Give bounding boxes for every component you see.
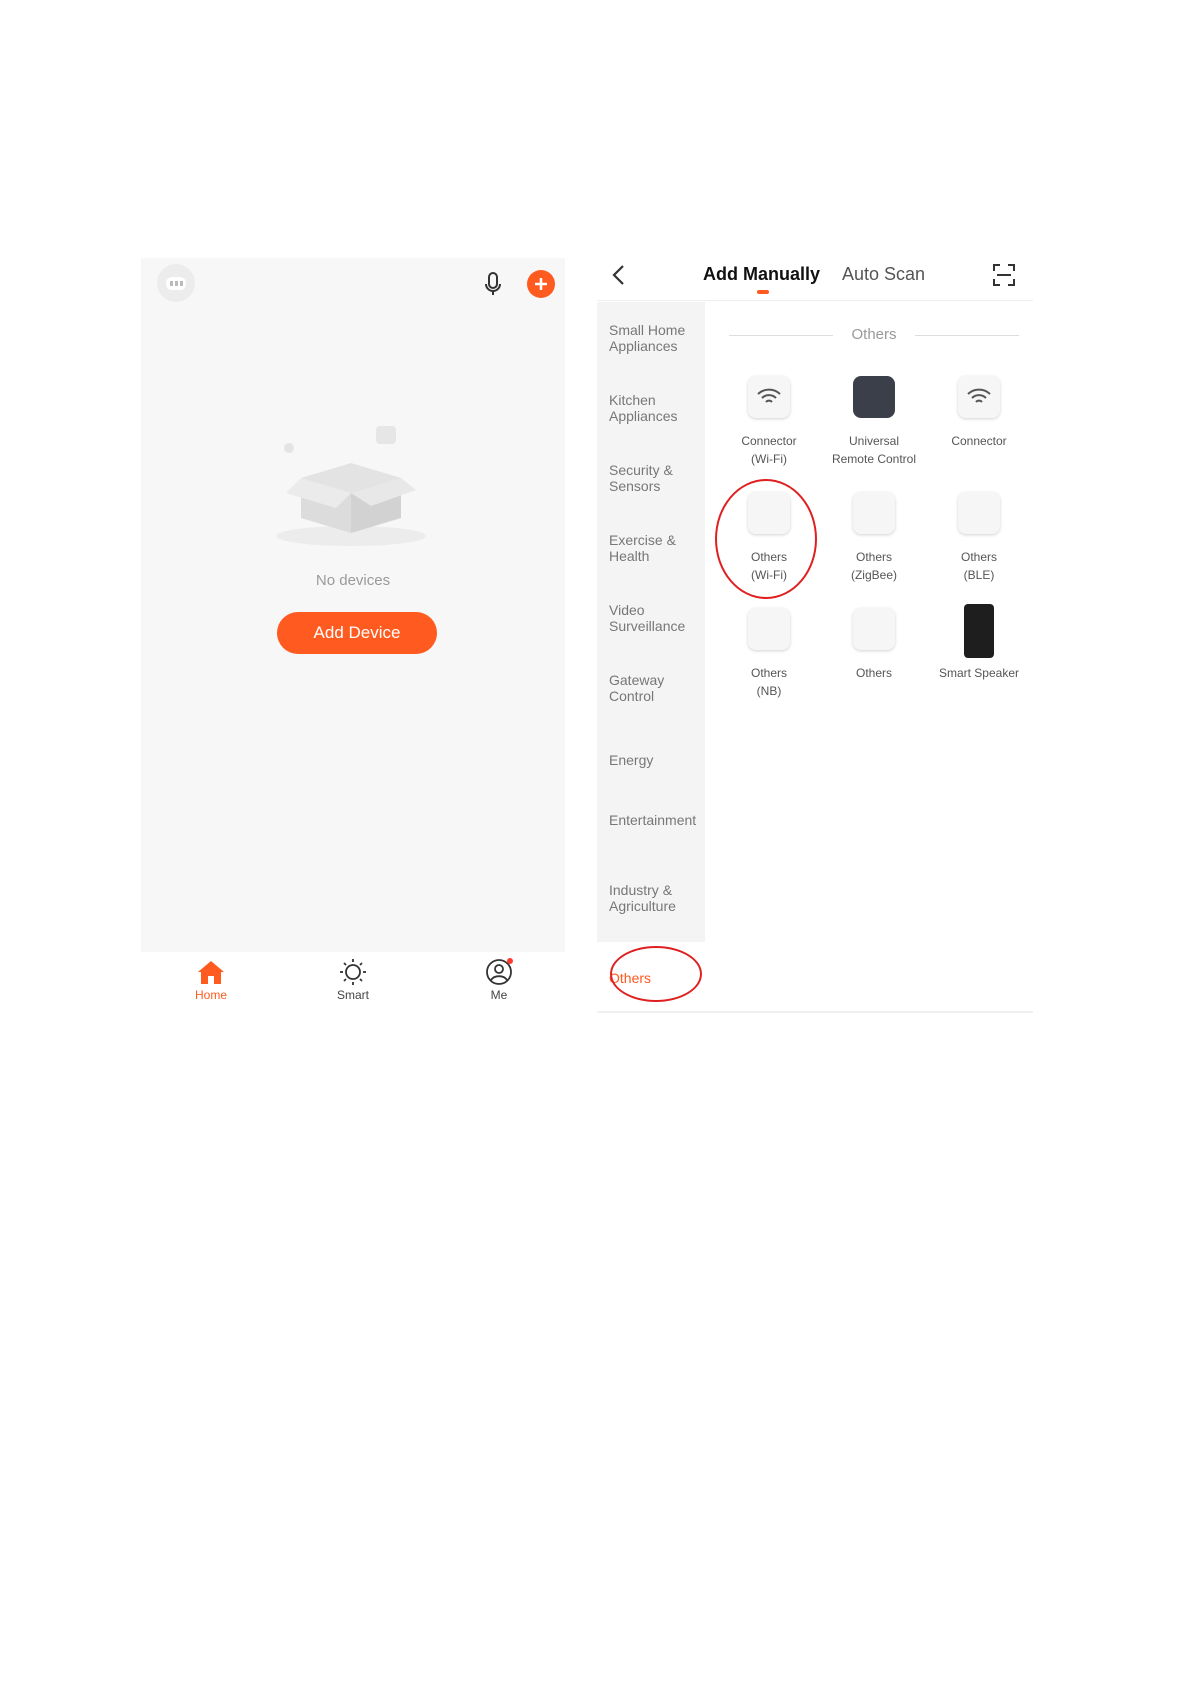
divider (597, 1011, 1033, 1013)
category-item[interactable]: Small Home Appliances (609, 322, 701, 354)
nav-home[interactable]: Home (166, 958, 256, 1002)
device-name: Connector (Wi-Fi) (714, 432, 824, 468)
tab-add-manually[interactable]: Add Manually (703, 264, 820, 285)
device-name: Others (BLE) (924, 548, 1034, 584)
device-others-zigbee[interactable]: Others (ZigBee) (819, 492, 929, 584)
back-icon[interactable] (607, 262, 633, 288)
section-header: Others (729, 326, 1019, 343)
device-name-line: Others (750, 550, 787, 564)
device-name-line: Others (960, 550, 997, 564)
profile-icon (486, 958, 513, 985)
device-others-wifi[interactable]: Others (Wi-Fi) (714, 492, 824, 584)
speaker-icon (964, 604, 994, 658)
scan-icon[interactable] (991, 262, 1017, 288)
bottom-navigation: Home Smart Me (141, 952, 565, 1022)
top-bar: Add Manually Auto Scan (597, 258, 1033, 301)
empty-state-text: No devices (315, 572, 391, 589)
nav-smart-label: Smart (336, 988, 369, 1002)
divider (729, 335, 833, 336)
nav-smart[interactable]: Smart (308, 958, 398, 1002)
device-name-line: (Wi-Fi) (751, 452, 787, 466)
sun-icon (340, 959, 366, 985)
section-title: Others (851, 326, 897, 343)
nav-me[interactable]: Me (454, 958, 544, 1002)
device-name: Smart Speaker (924, 664, 1034, 682)
add-icon[interactable] (527, 270, 555, 298)
category-item[interactable]: Gateway Control (609, 672, 701, 704)
add-device-screen: Add Manually Auto Scan Small Home Applia… (597, 258, 1033, 1013)
device-name-line: (BLE) (963, 568, 995, 582)
device-universal-remote[interactable]: Universal Remote Control (819, 376, 929, 468)
device-name-line: Connector (741, 434, 797, 448)
wifi-icon (958, 376, 1000, 418)
wifi-icon (748, 376, 790, 418)
device-others-ble[interactable]: Others (BLE) (924, 492, 1034, 584)
device-name-line: Universal (848, 434, 899, 448)
device-smart-speaker[interactable]: Smart Speaker (924, 604, 1034, 682)
device-name-line: Others (855, 666, 892, 680)
tab-active-indicator (757, 290, 769, 294)
category-sidebar: Small Home Appliances Kitchen Appliances… (597, 302, 705, 942)
device-name-line: Connector (951, 434, 1007, 448)
device-name-line: Others (750, 666, 787, 680)
nav-me-label: Me (490, 988, 508, 1002)
category-item[interactable]: Exercise & Health (609, 532, 701, 564)
device-icon (958, 492, 1000, 534)
device-name-line: (NB) (756, 684, 782, 698)
divider (915, 335, 1019, 336)
device-connector[interactable]: Connector (924, 376, 1034, 450)
category-item-others[interactable]: Others (609, 970, 651, 986)
device-connector-wifi[interactable]: Connector (Wi-Fi) (714, 376, 824, 468)
microphone-icon[interactable] (479, 270, 507, 298)
device-name: Others (Wi-Fi) (714, 548, 824, 584)
device-name: Others (NB) (714, 664, 824, 700)
remote-icon (853, 376, 895, 418)
category-item[interactable]: Industry & Agriculture (609, 882, 701, 914)
device-name: Others (ZigBee) (819, 548, 929, 584)
device-icon (748, 608, 790, 650)
device-name-line: (ZigBee) (850, 568, 897, 582)
device-name-line: Remote Control (831, 452, 917, 466)
category-item[interactable]: Video Surveillance (609, 602, 701, 634)
category-item[interactable]: Kitchen Appliances (609, 392, 701, 424)
empty-box-illustration (276, 426, 426, 546)
nav-home-label: Home (194, 988, 227, 1002)
home-icon (198, 961, 224, 984)
device-name: Universal Remote Control (819, 432, 929, 468)
category-item[interactable]: Energy (609, 752, 701, 768)
category-item[interactable]: Entertainment (609, 812, 701, 828)
device-icon (748, 492, 790, 534)
category-item[interactable]: Security & Sensors (609, 462, 701, 494)
device-name: Connector (924, 432, 1034, 450)
device-name: Others (819, 664, 929, 682)
device-icon (853, 608, 895, 650)
tab-auto-scan[interactable]: Auto Scan (842, 264, 925, 285)
robot-icon (166, 277, 186, 290)
add-device-button[interactable]: Add Device (277, 612, 437, 654)
device-others[interactable]: Others (819, 608, 929, 682)
device-name-line: (Wi-Fi) (751, 568, 787, 582)
device-name-line: Others (855, 550, 892, 564)
device-icon (853, 492, 895, 534)
device-others-nb[interactable]: Others (NB) (714, 608, 824, 700)
device-name-line: Smart Speaker (938, 666, 1020, 680)
avatar[interactable] (157, 264, 195, 302)
home-screen: No devices Add Device Home Smart Me (141, 258, 565, 1022)
home-canvas: No devices Add Device (141, 258, 565, 952)
